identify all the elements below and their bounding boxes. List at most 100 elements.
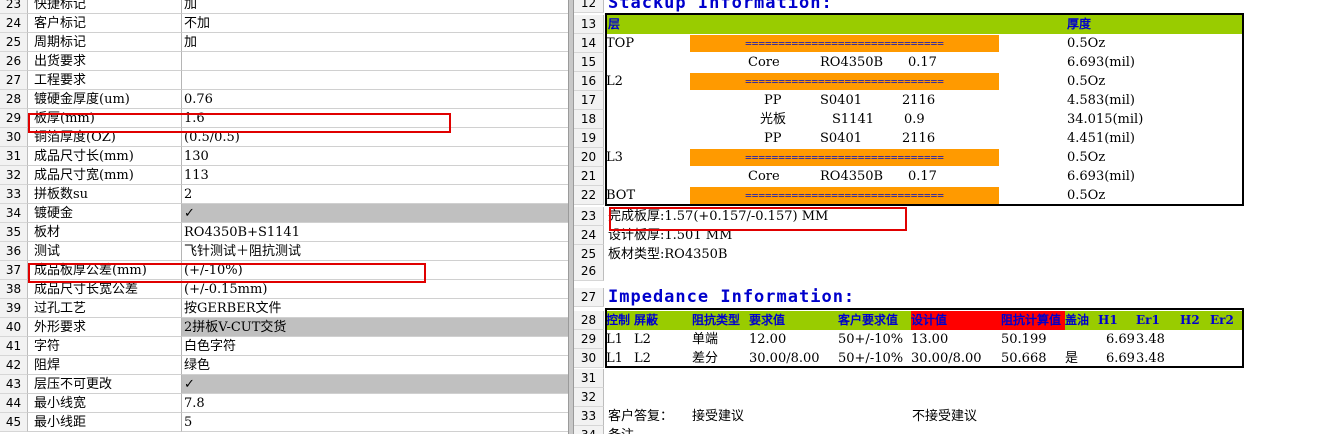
field-value[interactable]: ✓ [182, 375, 568, 394]
material-value[interactable]: 2116 [902, 129, 935, 148]
layer-name[interactable]: L2 [606, 72, 623, 91]
material-type[interactable]: PP [764, 129, 782, 148]
impedance-cell[interactable]: 50+/-10% [838, 330, 903, 349]
material-code[interactable]: S0401 [820, 129, 862, 148]
field-label[interactable]: 层压不可更改 [28, 375, 182, 394]
impedance-cell[interactable]: L1 [606, 349, 623, 368]
material-type[interactable]: PP [764, 91, 782, 110]
thickness-value[interactable]: 4.583(mil) [1067, 91, 1135, 110]
field-value[interactable]: RO4350B+S1141 [182, 223, 568, 242]
thickness-value[interactable]: 0.5Oz [1067, 72, 1105, 91]
field-value[interactable]: (0.5/0.5) [182, 128, 568, 147]
field-value[interactable]: 2拼板V-CUT交货 [182, 318, 568, 337]
thickness-value[interactable]: 34.015(mil) [1067, 110, 1143, 129]
field-value[interactable]: 加 [182, 33, 568, 52]
field-label[interactable]: 外形要求 [28, 318, 182, 337]
field-label[interactable]: 镀硬金厚度(um) [28, 90, 182, 109]
thickness-value[interactable]: 6.693(mil) [1067, 167, 1135, 186]
left-sheet-pane[interactable]: 23 快捷标记加 24 客户标记 不加 25 周期标记加 26 出货要求 27 工程要求 28 镀硬金厚… [0, 0, 568, 434]
field-value[interactable]: 1.6 [182, 109, 568, 128]
field-label[interactable]: 成品尺寸长(mm) [28, 147, 182, 166]
impedance-cell[interactable]: 6.69 [1106, 349, 1135, 368]
field-label[interactable]: 拼板数su [28, 185, 182, 204]
field-label[interactable]: 阻焊 [28, 356, 182, 375]
impedance-cell[interactable]: L1 [606, 330, 623, 349]
impedance-cell[interactable]: 50.668 [1001, 349, 1047, 368]
material-type[interactable]: Core [748, 53, 780, 72]
field-label[interactable]: 快捷标记 [28, 0, 182, 14]
material-code[interactable]: S1141 [832, 110, 874, 129]
impedance-cell[interactable]: 50+/-10% [838, 349, 903, 368]
field-label[interactable]: 板材 [28, 223, 182, 242]
field-value[interactable]: 飞针测试＋阻抗测试 [182, 242, 568, 261]
material-code[interactable]: RO4350B [820, 167, 883, 186]
field-label[interactable]: 镀硬金 [28, 204, 182, 223]
impedance-cell[interactable]: 12.00 [749, 330, 786, 349]
reply-reject[interactable]: 不接受建议 [912, 407, 977, 426]
field-value[interactable]: 不加 [182, 14, 568, 33]
field-label[interactable]: 客户标记 [28, 14, 182, 33]
field-label[interactable]: 字符 [28, 337, 182, 356]
impedance-cell[interactable]: L2 [634, 330, 651, 349]
field-label[interactable]: 铜箔厚度(OZ) [28, 128, 182, 147]
reply-accept[interactable]: 接受建议 [692, 407, 744, 426]
field-label[interactable]: 成品板厚公差(mm) [28, 261, 182, 280]
material-value[interactable]: 0.17 [908, 167, 937, 186]
sheet-row: 45 最小线距 5 [0, 413, 568, 432]
right-sheet-pane[interactable]: 12 Stackup Information: 13 层 厚度 14 TOP ===… [574, 0, 1322, 434]
field-value[interactable]: (+/-0.15mm) [182, 280, 568, 299]
field-label[interactable]: 成品尺寸长宽公差 [28, 280, 182, 299]
material-value[interactable]: 0.17 [908, 53, 937, 72]
field-label[interactable]: 过孔工艺 [28, 299, 182, 318]
summary-text[interactable]: 完成板厚:1.57(+0.157/-0.157) MM [608, 207, 828, 226]
field-value[interactable]: 113 [182, 166, 568, 185]
field-value[interactable]: 绿色 [182, 356, 568, 375]
impedance-cell[interactable]: 单端 [692, 330, 718, 349]
field-value[interactable]: 按GERBER文件 [182, 299, 568, 318]
thickness-value[interactable]: 0.5Oz [1067, 34, 1105, 53]
thickness-value[interactable]: 4.451(mil) [1067, 129, 1135, 148]
field-value[interactable]: 加 [182, 0, 568, 14]
impedance-cell[interactable]: 50.199 [1001, 330, 1047, 349]
material-code[interactable]: S0401 [820, 91, 862, 110]
summary-text[interactable]: 设计板厚:1.501 MM [608, 226, 732, 245]
layer-name[interactable]: TOP [606, 34, 634, 53]
impedance-cell[interactable]: 13.00 [911, 330, 948, 349]
impedance-cell[interactable]: 3.48 [1136, 330, 1165, 349]
impedance-cell[interactable]: 30.00/8.00 [749, 349, 820, 368]
impedance-cell[interactable]: 差分 [692, 349, 718, 368]
field-label[interactable]: 成品尺寸宽(mm) [28, 166, 182, 185]
field-label[interactable]: 板厚(mm) [28, 109, 182, 128]
impedance-cell[interactable]: 是 [1065, 349, 1078, 368]
impedance-cell[interactable]: L2 [634, 349, 651, 368]
field-value[interactable]: 2 [182, 185, 568, 204]
thickness-value[interactable]: 0.5Oz [1067, 186, 1105, 205]
material-value[interactable]: 0.9 [904, 110, 925, 129]
field-label[interactable]: 周期标记 [28, 33, 182, 52]
material-type[interactable]: 光板 [760, 110, 786, 129]
field-label[interactable]: 工程要求 [28, 71, 182, 90]
thickness-value[interactable]: 6.693(mil) [1067, 53, 1135, 72]
layer-name[interactable]: BOT [606, 186, 635, 205]
material-type[interactable]: Core [748, 167, 780, 186]
material-value[interactable]: 2116 [902, 91, 935, 110]
field-label[interactable]: 出货要求 [28, 52, 182, 71]
thickness-value[interactable]: 0.5Oz [1067, 148, 1105, 167]
field-value[interactable]: 5 [182, 413, 568, 432]
impedance-cell[interactable]: 3.48 [1136, 349, 1165, 368]
layer-name[interactable]: L3 [606, 148, 623, 167]
impedance-cell[interactable]: 30.00/8.00 [911, 349, 982, 368]
field-label[interactable]: 最小线宽 [28, 394, 182, 413]
field-value[interactable]: ✓ [182, 204, 568, 223]
impedance-cell[interactable]: 6.69 [1106, 330, 1135, 349]
field-value[interactable]: 7.8 [182, 394, 568, 413]
field-value[interactable]: 白色字符 [182, 337, 568, 356]
field-value[interactable] [182, 71, 568, 90]
field-value[interactable] [182, 52, 568, 71]
field-value[interactable]: (+/-10%) [182, 261, 568, 280]
field-label[interactable]: 测试 [28, 242, 182, 261]
material-code[interactable]: RO4350B [820, 53, 883, 72]
field-label[interactable]: 最小线距 [28, 413, 182, 432]
field-value[interactable]: 0.76 [182, 90, 568, 109]
field-value[interactable]: 130 [182, 147, 568, 166]
